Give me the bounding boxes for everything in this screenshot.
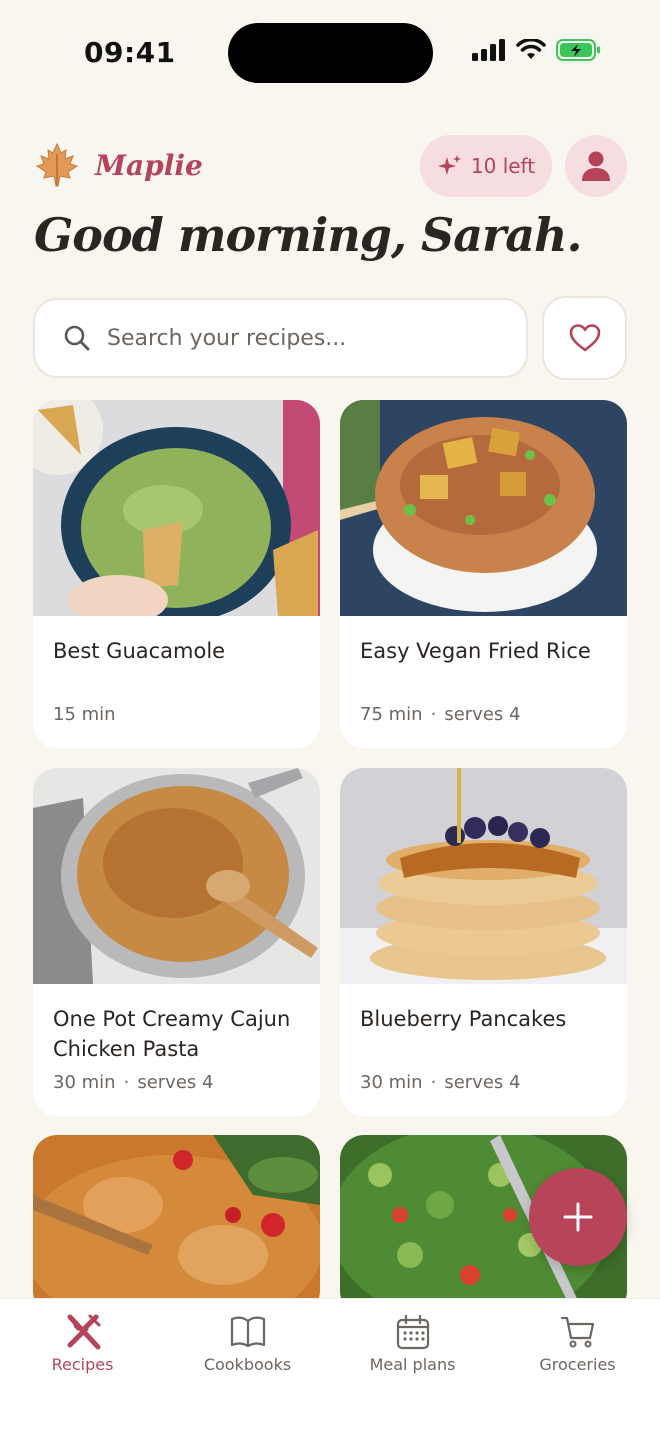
recipe-serves: serves 4 — [444, 1072, 521, 1093]
bottom-nav: Recipes Cookbooks Meal plans Groceries — [0, 1298, 660, 1435]
credits-pill[interactable]: 10 left — [420, 135, 552, 197]
meta-separator: · — [123, 1072, 130, 1093]
nav-label: Recipes — [51, 1355, 114, 1374]
recipe-title: Best Guacamole — [53, 639, 226, 663]
recipe-meta: 75 min · serves 4 — [360, 704, 520, 725]
book-icon — [230, 1316, 265, 1348]
recipe-card[interactable]: Blueberry Pancakes 30 min · serves 4 — [340, 768, 627, 1116]
cart-icon — [560, 1316, 594, 1348]
dynamic-island — [228, 23, 433, 83]
recipe-image — [33, 768, 320, 984]
user-icon — [582, 151, 610, 181]
brand-name: Maplie — [95, 148, 203, 182]
plus-icon — [563, 1202, 593, 1232]
status-bar: 09:41 — [0, 0, 660, 100]
battery-icon — [556, 39, 600, 61]
status-time: 09:41 — [84, 36, 176, 69]
search-input[interactable] — [107, 325, 487, 351]
recipe-title: One Pot Creamy Cajun Chicken Pasta — [53, 1007, 291, 1061]
signal-icon — [472, 39, 505, 61]
recipe-meta: 30 min · serves 4 — [53, 1072, 213, 1093]
recipe-card[interactable]: Easy Vegan Fried Rice 75 min · serves 4 — [340, 400, 627, 748]
favorites-button[interactable] — [542, 296, 627, 380]
meta-separator: · — [430, 704, 437, 725]
recipe-time: 30 min — [53, 1072, 116, 1093]
recipe-image — [33, 1135, 320, 1315]
fork-knife-icon — [67, 1314, 100, 1350]
recipe-card[interactable]: Best Guacamole 15 min — [33, 400, 320, 748]
nav-label: Meal plans — [369, 1355, 456, 1374]
credits-label: 10 left — [470, 154, 536, 178]
recipe-meta: 15 min — [53, 704, 116, 725]
recipe-meta: 30 min · serves 4 — [360, 1072, 520, 1093]
calendar-icon — [396, 1314, 429, 1350]
nav-label: Groceries — [539, 1355, 616, 1374]
recipe-image — [340, 400, 627, 616]
nav-label: Cookbooks — [203, 1355, 292, 1374]
nav-item-cookbooks[interactable]: Cookbooks — [165, 1313, 330, 1374]
recipe-serves: serves 4 — [137, 1072, 214, 1093]
heart-icon — [569, 324, 600, 352]
recipe-card[interactable] — [33, 1135, 320, 1315]
nav-item-groceries[interactable]: Groceries — [495, 1313, 660, 1374]
recipe-time: 75 min — [360, 704, 423, 725]
recipe-image — [340, 768, 627, 984]
recipe-time: 15 min — [53, 704, 116, 725]
search-bar[interactable] — [33, 298, 528, 378]
profile-button[interactable] — [565, 135, 627, 197]
maple-leaf-logo-icon — [35, 142, 79, 187]
nav-item-meal-plans[interactable]: Meal plans — [330, 1313, 495, 1374]
recipe-title: Easy Vegan Fried Rice — [360, 639, 591, 663]
recipe-time: 30 min — [360, 1072, 423, 1093]
greeting-heading: Good morning, Sarah. — [34, 208, 582, 262]
meta-separator: · — [430, 1072, 437, 1093]
recipe-title: Blueberry Pancakes — [360, 1007, 567, 1031]
sparkle-icon — [437, 155, 461, 175]
status-icons — [472, 38, 602, 62]
wifi-icon — [516, 39, 546, 59]
nav-item-recipes[interactable]: Recipes — [0, 1313, 165, 1374]
recipe-serves: serves 4 — [444, 704, 521, 725]
recipe-card[interactable]: One Pot Creamy Cajun Chicken Pasta 30 mi… — [33, 768, 320, 1116]
add-recipe-button[interactable] — [529, 1168, 627, 1266]
search-icon — [64, 325, 90, 351]
brand: Maplie — [35, 142, 203, 188]
recipe-image — [33, 400, 320, 616]
